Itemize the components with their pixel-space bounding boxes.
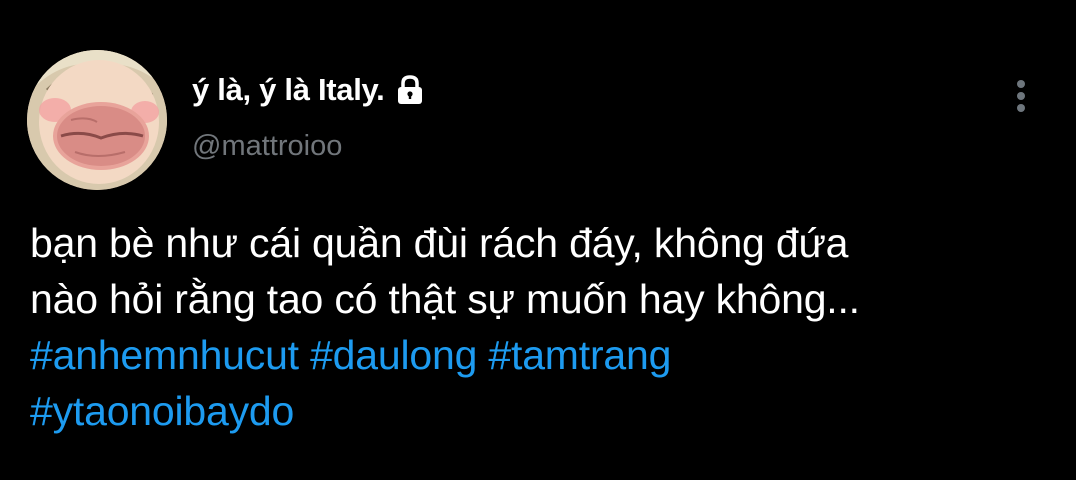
tweet-text: bạn bè như cái quần đùi rách đáy, không … <box>30 215 1050 439</box>
author-name-row[interactable]: ý là, ý là Italy. <box>192 68 427 112</box>
hashtag-link[interactable]: #ytaonoibaydo <box>30 388 294 434</box>
user-handle[interactable]: @mattroioo <box>192 130 342 163</box>
hashtag-link[interactable]: #anhemnhucut <box>30 332 299 378</box>
display-name[interactable]: ý là, ý là Italy. <box>192 72 385 108</box>
hashtag-link[interactable]: #daulong <box>310 332 477 378</box>
tweet-text-line: bạn bè như cái quần đùi rách đáy, không … <box>30 220 849 266</box>
avatar-image <box>27 50 167 190</box>
hashtag-line: #ytaonoibaydo <box>30 383 1050 439</box>
avatar[interactable] <box>27 50 167 190</box>
lock-icon <box>397 75 422 104</box>
tweet-text-line: nào hỏi rằng tao có thật sự muốn hay khô… <box>30 276 860 322</box>
more-vertical-icon[interactable] <box>1006 76 1036 116</box>
hashtag-link[interactable]: #tamtrang <box>488 332 671 378</box>
hashtag-line: #anhemnhucut #daulong #tamtrang <box>30 327 1050 383</box>
tweet: ý là, ý là Italy. @mattroioo bạn bè như … <box>0 0 1076 480</box>
